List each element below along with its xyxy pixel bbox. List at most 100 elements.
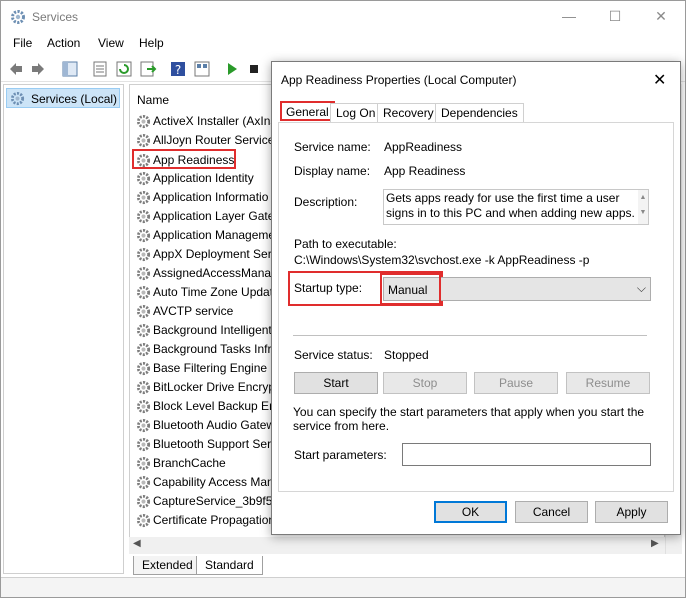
service-row[interactable]: Bluetooth Support Serv [134,435,294,454]
service-name: CaptureService_3b9f5 [153,494,273,508]
service-row[interactable]: AppX Deployment Serv [134,245,294,264]
service-row[interactable]: Background Tasks Infra [134,340,294,359]
cancel-button[interactable]: Cancel [515,501,588,523]
service-gear-icon [136,209,151,224]
service-row[interactable]: BranchCache [134,454,294,473]
pause-button[interactable]: Pause [474,372,558,394]
separator [293,335,647,336]
start-params-label: Start parameters: [294,448,387,462]
forward-arrow-icon[interactable] [29,60,47,78]
column-header-name[interactable]: Name [137,93,169,107]
service-row[interactable]: AssignedAccessManag [134,264,294,283]
service-row[interactable]: Certificate Propagation [134,511,294,530]
refresh-icon[interactable] [115,60,133,78]
service-name: ActiveX Installer (AxInst [153,114,280,128]
properties-icon[interactable] [91,60,109,78]
tab-extended[interactable]: Extended [133,556,202,575]
service-gear-icon [136,418,151,433]
ok-button[interactable]: OK [434,501,507,523]
service-row[interactable]: Capability Access Mana [134,473,294,492]
service-row[interactable]: Background Intelligent [134,321,294,340]
service-gear-icon [136,133,151,148]
service-row[interactable]: ActiveX Installer (AxInst [134,112,294,131]
menu-view[interactable]: View [98,36,124,50]
apply-button[interactable]: Apply [595,501,668,523]
scroll-left-icon[interactable]: ◀ [133,538,141,549]
service-gear-icon [136,513,151,528]
back-arrow-icon[interactable] [7,60,25,78]
resume-button[interactable]: Resume [566,372,650,394]
service-row[interactable]: CaptureService_3b9f5 [134,492,294,511]
service-row[interactable]: AllJoyn Router Service [134,131,294,150]
start-button[interactable]: Start [294,372,378,394]
title-bar: Services — ☐ ✕ [1,1,685,33]
tab-log-on[interactable]: Log On [330,103,382,123]
service-gear-icon [136,171,151,186]
service-gear-icon [136,475,151,490]
maximize-button[interactable]: ☐ [592,1,638,31]
view-icon[interactable] [193,60,211,78]
stop-service-icon[interactable] [245,60,263,78]
service-gear-icon [136,190,151,205]
tab-general[interactable]: General [280,101,335,121]
start-params-hint: You can specify the start parameters tha… [293,405,645,433]
service-row[interactable]: Application Identity [134,169,294,188]
help-icon[interactable]: ? [169,60,187,78]
close-button[interactable]: ✕ [638,1,684,31]
start-service-icon[interactable] [223,60,241,78]
display-name-value: App Readiness [384,164,466,178]
service-name: Application Identity [153,171,254,185]
tab-standard[interactable]: Standard [196,556,263,575]
service-row[interactable]: Application Manageme [134,226,294,245]
menu-bar: File Action View Help [1,33,685,55]
service-row[interactable]: Base Filtering Engine [134,359,294,378]
service-row[interactable]: Block Level Backup Eng [134,397,294,416]
service-name: Auto Time Zone Updat [153,285,274,299]
dialog-title: App Readiness Properties (Local Computer… [281,73,517,87]
chevron-down-icon: ⌵ [636,281,646,295]
scroll-right-icon[interactable]: ▶ [651,538,659,549]
properties-dialog: App Readiness Properties (Local Computer… [271,61,681,535]
service-gear-icon [136,323,151,338]
service-name: AssignedAccessManag [153,266,278,280]
description-scrollbar[interactable]: ▲ ▼ [638,190,648,224]
service-name: Base Filtering Engine [153,361,268,375]
service-gear-icon [136,266,151,281]
description-label: Description: [294,195,358,209]
service-name: AVCTP service [153,304,234,318]
menu-action[interactable]: Action [47,36,80,50]
service-gear-icon [136,285,151,300]
service-gear-icon [136,153,151,168]
startup-type-label: Startup type: [294,281,363,295]
menu-help[interactable]: Help [139,36,164,50]
service-row[interactable]: Auto Time Zone Updat [134,283,294,302]
export-list-icon[interactable] [139,60,157,78]
description-text: Gets apps ready for use the first time a… [386,191,635,220]
service-row[interactable]: Bluetooth Audio Gatew [134,416,294,435]
tree-item-services-local[interactable]: Services (Local) [6,88,120,108]
service-row[interactable]: BitLocker Drive Encrypt [134,378,294,397]
service-name: Certificate Propagation [153,513,276,527]
service-row[interactable]: Application Informatio [134,188,294,207]
path-value: C:\Windows\System32\svchost.exe -k AppRe… [294,253,590,267]
description-box[interactable]: Gets apps ready for use the first time a… [383,189,649,225]
menu-file[interactable]: File [13,36,32,50]
console-tree-icon[interactable] [61,60,79,78]
tab-dependencies[interactable]: Dependencies [435,103,524,123]
tab-recovery[interactable]: Recovery [377,103,440,123]
window-title: Services [32,10,79,24]
service-status-value: Stopped [384,348,429,362]
service-row[interactable]: Application Layer Gate [134,207,294,226]
service-row[interactable]: AVCTP service [134,302,294,321]
service-name: BitLocker Drive Encrypt [153,380,279,394]
service-gear-icon [136,114,151,129]
display-name-label: Display name: [294,164,371,178]
stop-button[interactable]: Stop [383,372,467,394]
start-params-input[interactable] [402,443,651,466]
horizontal-scrollbar[interactable]: ◀ ▶ [129,537,665,554]
service-name: Application Layer Gate [153,209,275,223]
dialog-close-button[interactable]: ✕ [653,70,666,90]
minimize-button[interactable]: — [546,1,592,31]
service-row[interactable]: App Readiness [132,149,236,169]
tree-item-label: Services (Local) [31,92,118,106]
